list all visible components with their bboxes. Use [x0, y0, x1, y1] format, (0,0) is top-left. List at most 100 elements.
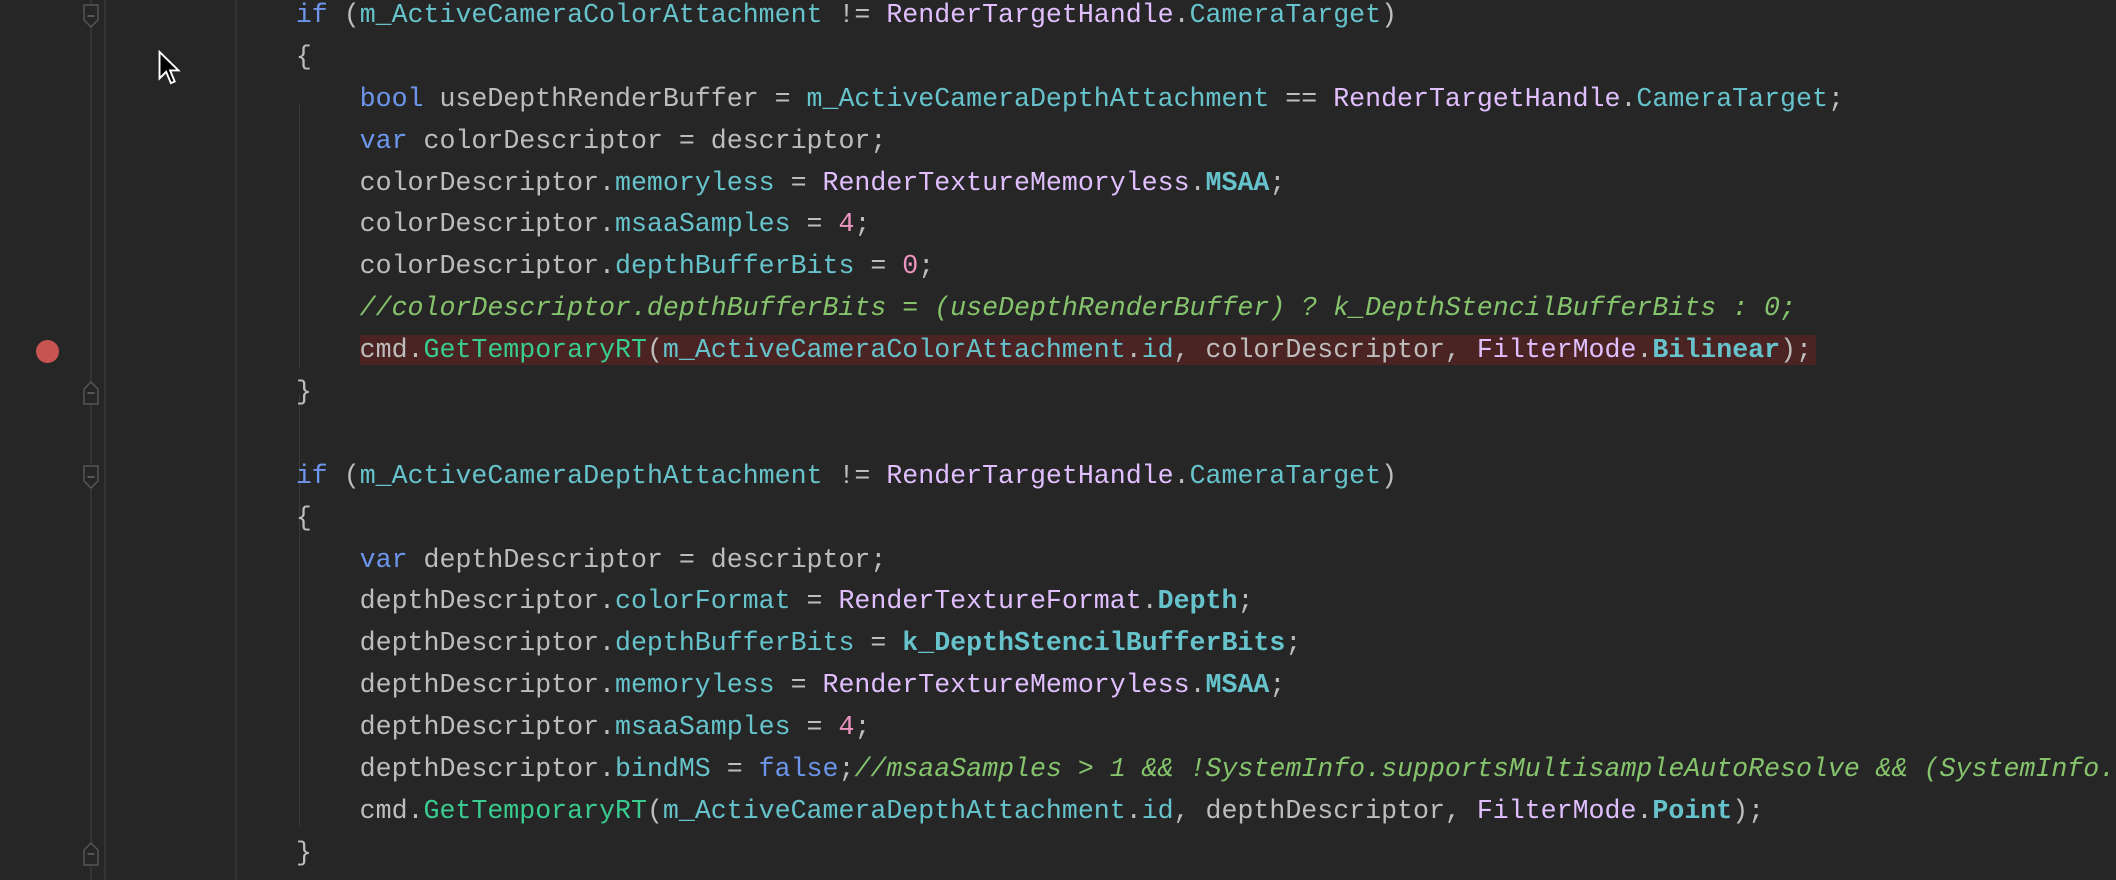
token-pl: depthDescriptor = descriptor;: [407, 544, 887, 575]
token-pl: =: [774, 670, 823, 701]
token-mem: depthBufferBits: [615, 251, 855, 282]
token-kw: if: [295, 460, 328, 491]
token-mem: m_ActiveCameraColorAttachment: [662, 335, 1126, 366]
code-line[interactable]: depthDescriptor.memoryless = RenderTextu…: [232, 665, 2115, 707]
token-ty: RenderTextureFormat: [838, 586, 1142, 617]
token-pl: ;: [1269, 167, 1286, 198]
token-pl: ;: [918, 251, 935, 282]
token-fn: GetTemporaryRT: [423, 795, 647, 826]
token-cm: //msaaSamples > 1 && !SystemInfo.support…: [854, 754, 2116, 785]
token-pl: .: [1173, 0, 1190, 30]
token-en: k_DepthStencilBufferBits: [902, 628, 1286, 659]
breakpoint-icon[interactable]: [36, 339, 59, 363]
token-ty: RenderTargetHandle: [886, 460, 1174, 491]
code-line[interactable]: {: [232, 37, 2115, 79]
code-line[interactable]: depthDescriptor.msaaSamples = 4;: [232, 707, 2115, 749]
fold-collapse-icon[interactable]: [80, 464, 102, 490]
fold-end-icon[interactable]: [80, 841, 102, 867]
token-pl: .: [1189, 167, 1206, 198]
code-line[interactable]: if (m_ActiveCameraColorAttachment != Ren…: [232, 0, 2115, 37]
token-pl: .: [1125, 335, 1142, 366]
code-line[interactable]: depthDescriptor.bindMS = false;//msaaSam…: [232, 749, 2116, 791]
token-pl: cmd.: [359, 795, 424, 826]
token-pl: depthDescriptor.: [359, 754, 616, 785]
line-content: depthDescriptor.memoryless = RenderTextu…: [360, 670, 1286, 700]
line-content: depthDescriptor.msaaSamples = 4;: [360, 712, 871, 742]
token-pl: =: [854, 628, 903, 659]
code-line[interactable]: colorDescriptor.msaaSamples = 4;: [232, 204, 2115, 246]
token-pl: (: [646, 335, 663, 366]
token-ty: RenderTargetHandle: [1333, 83, 1621, 114]
token-mem: msaaSamples: [615, 712, 791, 743]
fold-end-icon[interactable]: [80, 380, 102, 406]
token-pl: ;: [854, 712, 871, 743]
line-content: }: [296, 838, 312, 868]
token-mem: id: [1141, 795, 1174, 826]
token-pl: ;: [1269, 670, 1286, 701]
token-ty: RenderTargetHandle: [886, 0, 1174, 30]
token-pl: ): [1381, 0, 1398, 30]
line-content: depthDescriptor.colorFormat = RenderText…: [360, 586, 1254, 616]
code-line[interactable]: bool useDepthRenderBuffer = m_ActiveCame…: [232, 79, 2115, 121]
token-mem: m_ActiveCameraDepthAttachment: [359, 460, 823, 491]
breakpoint-line-content: cmd.GetTemporaryRT(m_ActiveCameraColorAt…: [359, 335, 1816, 366]
token-pl: , depthDescriptor,: [1173, 795, 1477, 826]
code-line[interactable]: colorDescriptor.depthBufferBits = 0;: [232, 246, 2115, 288]
fold-guide-line: [90, 0, 92, 880]
line-content: var depthDescriptor = descriptor;: [360, 545, 887, 575]
token-pl: ;: [1285, 628, 1302, 659]
token-kw: bool: [359, 83, 424, 114]
token-mem: id: [1141, 335, 1174, 366]
code-line[interactable]: {: [232, 498, 2115, 540]
token-pl: !=: [822, 460, 887, 491]
token-en: MSAA: [1205, 167, 1270, 198]
code-line[interactable]: depthDescriptor.depthBufferBits = k_Dept…: [232, 623, 2115, 665]
token-cm: //colorDescriptor.depthBufferBits = (use…: [359, 293, 1796, 324]
code-line[interactable]: var colorDescriptor = descriptor;: [232, 121, 2115, 163]
token-mem: CameraTarget: [1189, 0, 1382, 30]
token-pl: =: [790, 712, 839, 743]
token-pl: ;: [838, 754, 855, 785]
code-line[interactable]: }: [232, 372, 2115, 414]
code-line[interactable]: }: [232, 833, 2115, 875]
code-editor[interactable]: if (m_ActiveCameraColorAttachment != Ren…: [232, 0, 2115, 875]
token-pl: (: [327, 460, 360, 491]
line-content: {: [296, 42, 312, 72]
token-en: Point: [1652, 795, 1733, 826]
token-pl: ;: [1827, 83, 1844, 114]
token-pl: depthDescriptor.: [359, 712, 616, 743]
code-line[interactable]: [232, 414, 2115, 456]
token-pl: depthDescriptor.: [359, 586, 616, 617]
token-pl: .: [1636, 335, 1653, 366]
token-num: 4: [838, 712, 855, 743]
code-line[interactable]: if (m_ActiveCameraDepthAttachment != Ren…: [232, 456, 2115, 498]
token-mem: bindMS: [615, 754, 711, 785]
token-pl: }: [295, 837, 312, 868]
token-kw: if: [295, 0, 328, 30]
line-content: var colorDescriptor = descriptor;: [360, 126, 887, 156]
code-line[interactable]: colorDescriptor.memoryless = RenderTextu…: [232, 163, 2115, 205]
fold-collapse-icon[interactable]: [80, 3, 102, 29]
mouse-cursor-icon: [158, 50, 181, 85]
code-line[interactable]: cmd.GetTemporaryRT(m_ActiveCameraColorAt…: [232, 330, 2115, 372]
code-line[interactable]: var depthDescriptor = descriptor;: [232, 540, 2115, 582]
token-pl: .: [1189, 670, 1206, 701]
token-en: Bilinear: [1652, 335, 1781, 366]
code-line[interactable]: cmd.GetTemporaryRT(m_ActiveCameraDepthAt…: [232, 791, 2115, 833]
code-line[interactable]: //colorDescriptor.depthBufferBits = (use…: [232, 288, 2115, 330]
token-pl: );: [1780, 335, 1812, 366]
code-line[interactable]: depthDescriptor.colorFormat = RenderText…: [232, 581, 2115, 623]
token-kw: var: [359, 544, 408, 575]
token-mem: CameraTarget: [1189, 460, 1382, 491]
line-content: cmd.GetTemporaryRT(m_ActiveCameraDepthAt…: [360, 796, 1764, 826]
token-ty: FilterMode: [1476, 795, 1637, 826]
token-pl: .: [1620, 83, 1637, 114]
token-pl: ;: [854, 209, 871, 240]
